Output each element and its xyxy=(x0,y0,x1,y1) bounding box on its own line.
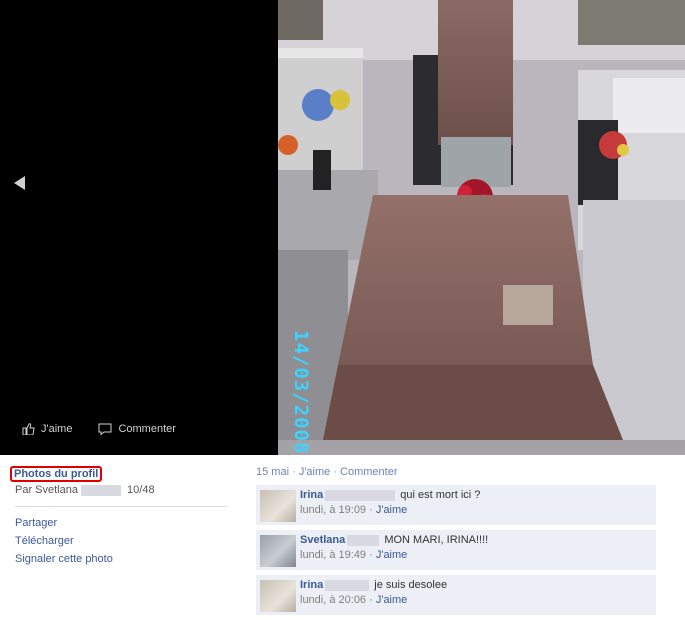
separator: · xyxy=(330,466,341,478)
comment-author[interactable]: Irina xyxy=(300,489,323,501)
separator: · xyxy=(366,549,376,561)
photo-info-panel: Photos du profil Par Svetlana 10/48 Part… xyxy=(10,466,227,571)
post-date-link[interactable]: 15 mai xyxy=(256,466,289,478)
like-link[interactable]: J'aime xyxy=(299,466,330,478)
separator: · xyxy=(289,466,299,478)
divider xyxy=(15,506,227,507)
redacted-name xyxy=(347,534,380,546)
comment-text: MON MARI, IRINA!!!! xyxy=(384,534,489,546)
comment-time[interactable]: lundi, à 20:06 xyxy=(300,594,366,606)
cemetery-photo xyxy=(278,0,685,455)
comment-time[interactable]: lundi, à 19:09 xyxy=(300,504,366,516)
comment-item: Irina je suis desolee lundi, à 20:06 · J… xyxy=(256,575,656,616)
comment-author[interactable]: Irina xyxy=(300,579,323,591)
photo-position: 10/48 xyxy=(127,484,155,496)
comment-like-link[interactable]: J'aime xyxy=(376,594,407,606)
comment-item: Svetlana MON MARI, IRINA!!!! lundi, à 19… xyxy=(256,530,656,571)
comment-icon xyxy=(98,423,112,435)
comment-text: je suis desolee xyxy=(374,579,448,591)
thumbs-up-icon xyxy=(22,423,35,435)
feedback-panel: 15 mai · J'aime · Commenter Irina qui es… xyxy=(256,466,656,620)
comment-item: Irina qui est mort ici ? lundi, à 19:09 … xyxy=(256,485,656,526)
byline-owner: Par Svetlana xyxy=(15,484,78,496)
avatar[interactable] xyxy=(260,490,296,522)
photo[interactable]: 14/03/2008 xyxy=(278,0,685,455)
photo-stage: 14/03/2008 J'aime Commenter xyxy=(0,0,685,455)
comment-time[interactable]: lundi, à 19:49 xyxy=(300,549,366,561)
share-link[interactable]: Partager xyxy=(15,517,227,529)
comment-list: Irina qui est mort ici ? lundi, à 19:09 … xyxy=(256,485,656,616)
comment-author[interactable]: Svetlana xyxy=(300,534,345,546)
previous-photo-arrow-icon[interactable] xyxy=(14,176,25,190)
like-photo-button[interactable]: J'aime xyxy=(22,423,72,435)
separator: · xyxy=(366,594,376,606)
avatar[interactable] xyxy=(260,580,296,612)
download-link[interactable]: Télécharger xyxy=(15,535,227,547)
redacted-name xyxy=(80,484,121,496)
comment-link[interactable]: Commenter xyxy=(340,466,397,478)
comment-label: Commenter xyxy=(118,423,176,435)
separator: · xyxy=(366,504,376,516)
like-label: J'aime xyxy=(41,423,73,435)
avatar[interactable] xyxy=(260,535,296,567)
photo-date-stamp: 14/03/2008 xyxy=(290,330,312,455)
photo-byline: Par Svetlana 10/48 xyxy=(15,484,227,496)
report-photo-link[interactable]: Signaler cette photo xyxy=(15,553,227,565)
feedback-meta: 15 mai · J'aime · Commenter xyxy=(256,466,656,478)
redacted-name xyxy=(325,579,370,591)
comment-text: qui est mort ici ? xyxy=(400,489,481,501)
comment-photo-button[interactable]: Commenter xyxy=(98,423,176,435)
comment-like-link[interactable]: J'aime xyxy=(376,549,407,561)
comment-like-link[interactable]: J'aime xyxy=(376,504,407,516)
redacted-name xyxy=(325,489,396,501)
album-link-profile-photos[interactable]: Photos du profil xyxy=(10,466,103,482)
